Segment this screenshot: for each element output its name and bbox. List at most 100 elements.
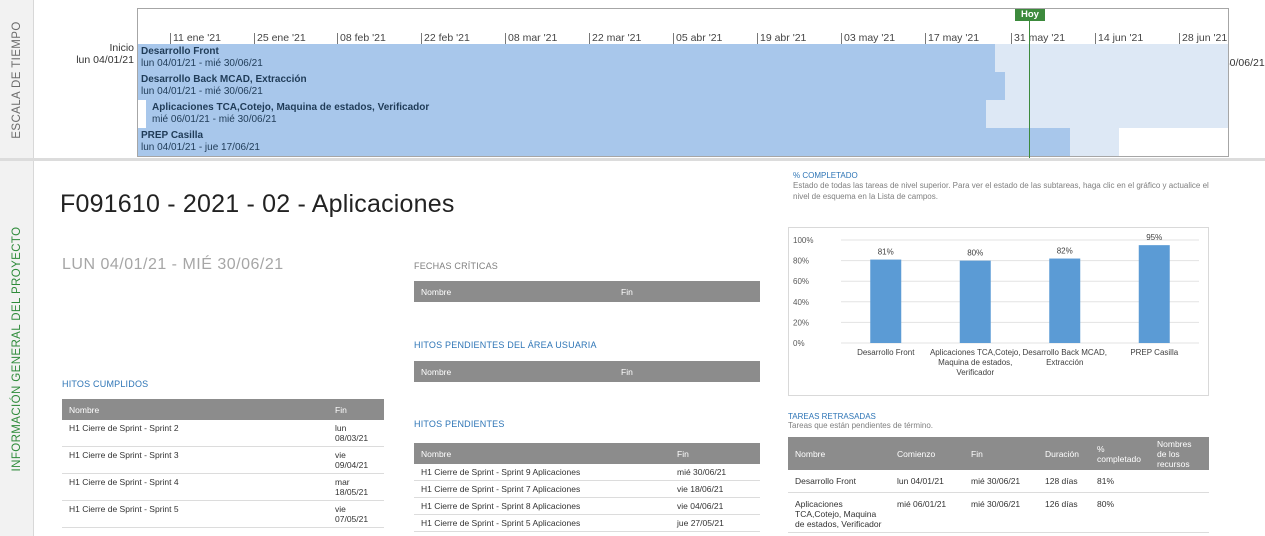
chart-category-label: Desarrollo Back MCAD, [1023,348,1107,357]
column-header-fin: Fin [964,437,1038,470]
table-row[interactable]: Desarrollo Front lun 04/01/21 mié 30/06/… [788,470,1209,493]
chart-bar [959,260,991,343]
column-header-duracion: Duración [1038,437,1090,470]
timeline-bar-title: Desarrollo Back MCAD, Extracción [141,74,307,85]
cell-end: vie 07/05/21 [328,500,384,528]
cell-name: H1 Cierre de Sprint - Sprint 3 [62,446,328,474]
timeline-bar-desarrollo-front[interactable] [138,44,995,72]
column-header-fin: Fin [670,443,760,464]
chart-y-tick-label: 40% [793,298,809,307]
column-header-recursos: Nombres de los recursos [1150,437,1209,470]
cell-end: mar 18/05/21 [328,473,384,501]
cell-duration: 128 días [1038,470,1090,493]
project-dates: LUN 04/01/21 - MIÉ 30/06/21 [62,256,284,273]
chart-data-label: 95% [1146,233,1162,242]
timeline-tick: 28 jun '21 [1178,32,1228,44]
cell-resources [1150,492,1209,533]
timeline-tick: 03 may '21 [840,32,896,44]
delayed-tasks-description: Tareas que están pendientes de término. [788,421,933,430]
column-header-nombre: Nombre [414,361,614,382]
cell-start: lun 04/01/21 [890,470,964,493]
timeline-start-label: Inicio [109,42,134,54]
today-badge: Hoy [1015,9,1045,21]
chart-y-tick-label: 100% [793,236,813,245]
timeline-tick: 05 abr '21 [672,32,723,44]
table-header-row: Nombre Fin [414,281,760,302]
timeline-bar-prep-casilla[interactable] [138,128,1070,156]
timeline-tick: 08 feb '21 [337,32,386,44]
chart-category-label: Verificador [956,368,994,377]
critical-dates-heading: FECHAS CRÍTICAS [414,261,499,271]
user-milestones-table[interactable]: Nombre Fin [414,361,760,382]
chart-y-tick-label: 80% [793,257,809,266]
chart-y-tick-label: 20% [793,318,809,327]
chart-category-label: Maquina de estados, [938,358,1012,367]
cell-end: mié 30/06/21 [964,492,1038,533]
cell-percent: 80% [1090,492,1150,533]
chart-y-tick-label: 0% [793,339,805,348]
cell-name: Desarrollo Front [788,470,890,493]
cell-name: H1 Cierre de Sprint - Sprint 2 [62,420,328,447]
chart-category-label: Desarrollo Front [857,348,915,357]
chart-data-label: 80% [967,249,983,258]
completed-milestones-table[interactable]: Nombre Fin H1 Cierre de Sprint - Sprint … [62,399,384,528]
completion-chart-heading: % COMPLETADO [793,171,858,180]
cell-start: mié 06/01/21 [890,492,964,533]
cell-end: lun 08/03/21 [328,420,384,447]
timeline-start-date: lun 04/01/21 [76,54,134,66]
cell-name: H1 Cierre de Sprint - Sprint 5 Aplicacio… [414,514,670,532]
column-header-nombre: Nombre [414,443,670,464]
timeline-bar-dates: lun 04/01/21 - mié 30/06/21 [141,86,263,97]
cell-end: mié 30/06/21 [964,470,1038,493]
column-header-nombre: Nombre [788,437,890,470]
table-row[interactable]: H1 Cierre de Sprint - Sprint 5 Aplicacio… [414,514,760,532]
table-row[interactable]: H1 Cierre de Sprint - Sprint 4 mar 18/05… [62,473,384,501]
pending-milestones-table[interactable]: Nombre Fin H1 Cierre de Sprint - Sprint … [414,443,760,532]
chart-data-label: 81% [878,248,894,257]
today-marker-line [1029,20,1030,158]
completed-milestones-heading: HITOS CUMPLIDOS [62,379,149,389]
timeline-tick: 19 abr '21 [756,32,807,44]
cell-end: mié 30/06/21 [670,464,760,481]
section-divider [0,158,1265,161]
table-row[interactable]: H1 Cierre de Sprint - Sprint 8 Aplicacio… [414,497,760,515]
timeline-tick: 14 jun '21 [1094,32,1144,44]
column-header-comienzo: Comienzo [890,437,964,470]
table-row[interactable]: H1 Cierre de Sprint - Sprint 3 vie 09/04… [62,446,384,474]
completion-chart[interactable]: 0% 20% 40% 60% 80% 100% 81% Desarrollo Front 80%… [788,227,1209,396]
timeline-side-label: ESCALA DE TIEMPO [0,0,34,159]
table-row[interactable]: Aplicaciones TCA,Cotejo, Maquina de esta… [788,492,1209,533]
page-title: F091610 - 2021 - 02 - Aplicaciones [60,190,455,218]
cell-name: Aplicaciones TCA,Cotejo, Maquina de esta… [788,492,890,533]
column-header-nombre: Nombre [414,281,614,302]
timeline-start: Inicio lun 04/01/21 [74,42,134,66]
table-row[interactable]: H1 Cierre de Sprint - Sprint 9 Aplicacio… [414,464,760,481]
column-header-fin: Fin [614,361,760,382]
column-header-fin: Fin [614,281,760,302]
timeline-tick: 22 mar '21 [588,32,642,44]
table-header-row: Nombre Fin [414,443,760,464]
table-header-row: Nombre Fin [414,361,760,382]
delayed-tasks-heading: TAREAS RETRASADAS [788,412,876,421]
cell-percent: 81% [1090,470,1150,493]
cell-resources [1150,470,1209,493]
cell-name: H1 Cierre de Sprint - Sprint 5 [62,500,328,528]
delayed-tasks-table[interactable]: Nombre Comienzo Fin Duración % completad… [788,437,1209,533]
critical-dates-table[interactable]: Nombre Fin [414,281,760,302]
table-row[interactable]: H1 Cierre de Sprint - Sprint 7 Aplicacio… [414,480,760,498]
completion-chart-description: Estado de todas las tareas de nivel supe… [793,181,1209,201]
timeline-bar-title: PREP Casilla [141,130,204,141]
chart-category-label: Aplicaciones TCA,Cotejo, [930,348,1021,357]
user-milestones-heading: HITOS PENDIENTES DEL ÁREA USUARIA [414,340,597,350]
timeline-bar-title: Desarrollo Front [141,46,219,57]
cell-end: vie 18/06/21 [670,480,760,498]
table-row[interactable]: H1 Cierre de Sprint - Sprint 2 lun 08/03… [62,420,384,447]
cell-end: vie 09/04/21 [328,446,384,474]
timeline-bar-dates: lun 04/01/21 - jue 17/06/21 [141,142,260,153]
overview-side-label-text: INFORMACIÓN GENERAL DEL PROYECTO [10,226,23,471]
table-row[interactable]: H1 Cierre de Sprint - Sprint 5 vie 07/05… [62,500,384,528]
chart-bar [870,259,902,343]
column-header-completado: % completado [1090,437,1150,470]
table-header-row: Nombre Comienzo Fin Duración % completad… [788,437,1209,470]
timeline[interactable]: Inicio lun 04/01/21 Fin mié 30/06/21 11 … [34,0,1265,158]
